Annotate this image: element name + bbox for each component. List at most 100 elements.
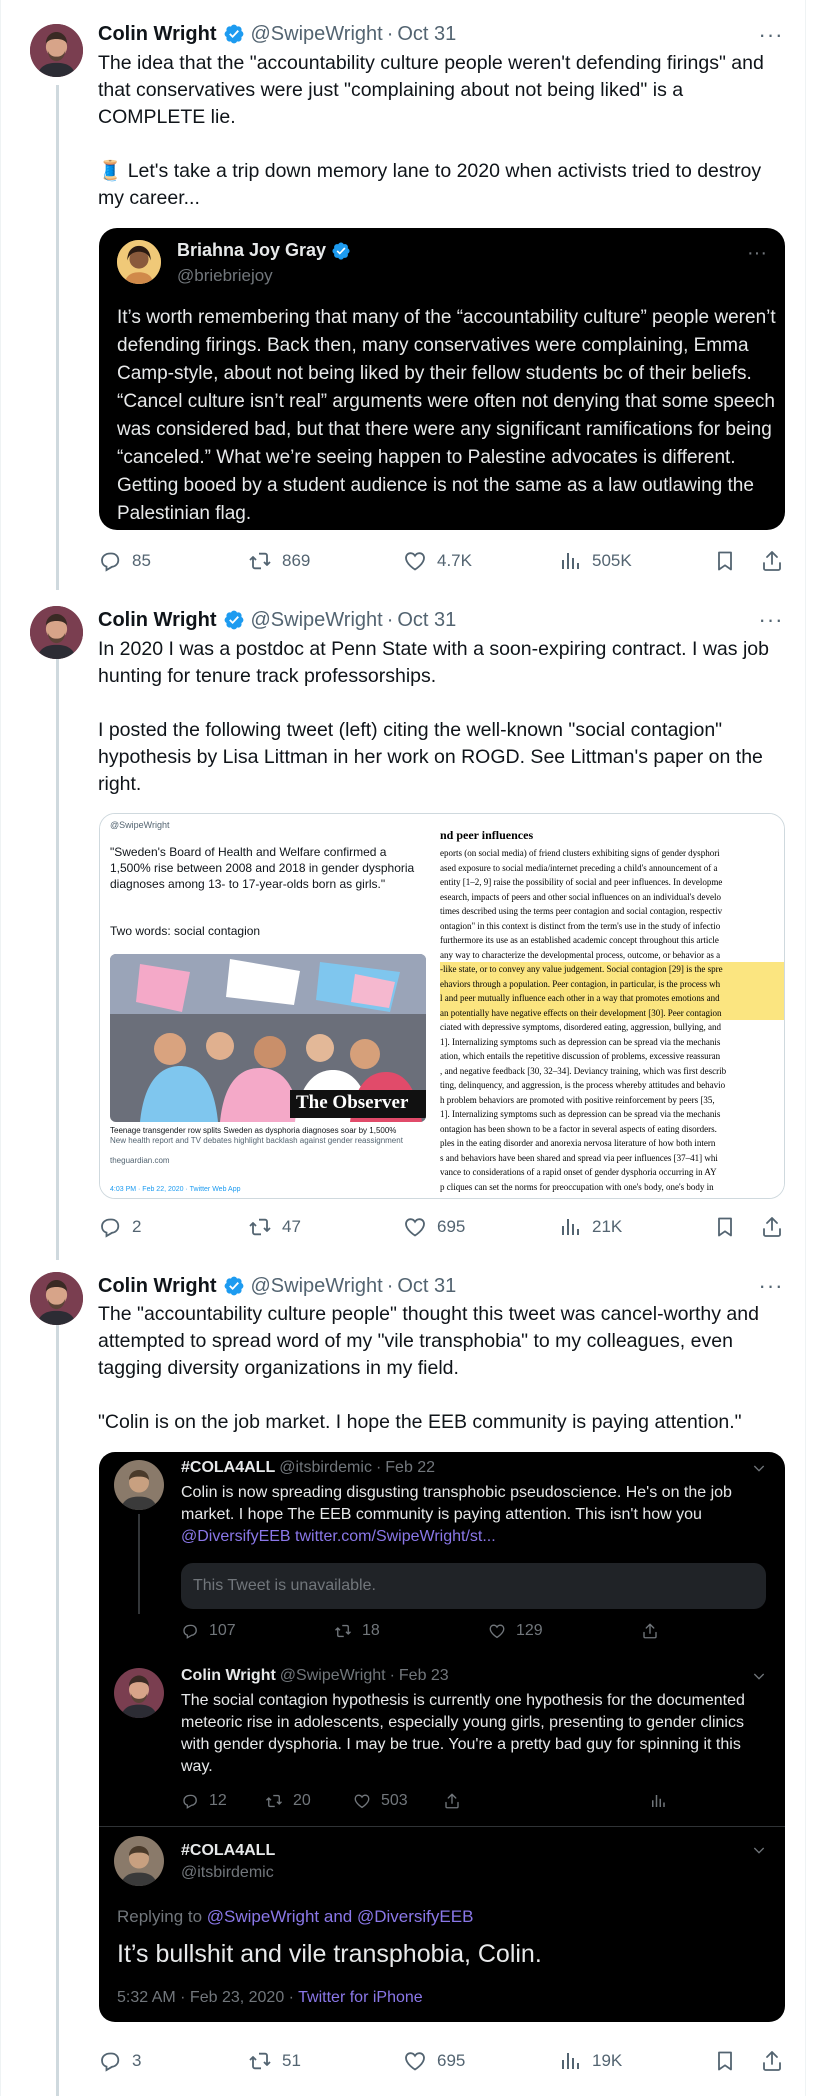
like-button[interactable]: 4.7K	[403, 546, 472, 576]
thread-line	[56, 1305, 59, 2096]
author-handle[interactable]: @SwipeWright	[251, 23, 383, 46]
embedded-text: Colin is now spreading disgusting transp…	[181, 1482, 761, 1548]
chevron-down-icon	[751, 1842, 767, 1858]
author-handle[interactable]: @SwipeWright	[251, 609, 383, 632]
paper-line: ting, delinquency, and aggression, is th…	[440, 1080, 726, 1090]
quote-author-handle: @briebriejoy	[177, 266, 273, 285]
quote-text: It’s worth remembering that many of the …	[117, 307, 776, 524]
more-icon[interactable]: ···	[756, 24, 786, 46]
author-name[interactable]: Colin Wright	[98, 609, 217, 632]
reply-icon	[98, 1215, 122, 1239]
bookmark-button[interactable]	[713, 1212, 737, 1242]
thread-line	[56, 85, 59, 590]
like-count: 503	[381, 1792, 408, 1809]
reply-count: 107	[209, 1622, 236, 1639]
views-count: 19K	[592, 2051, 623, 2070]
retweet-count: 869	[282, 551, 311, 570]
tweet-date[interactable]: Oct 31	[397, 609, 456, 632]
retweet-button[interactable]: 869	[248, 546, 310, 576]
embedded-date: Feb 23	[398, 1667, 449, 1684]
like-count: 695	[437, 2051, 466, 2070]
timestamp-text: 5:32 AM · Feb 23, 2020 ·	[117, 1989, 299, 2006]
replying-to: Replying to @SwipeWright and @DiversifyE…	[117, 1907, 473, 1927]
quote-author-name-text: Briahna Joy Gray	[177, 240, 327, 260]
avatar[interactable]	[30, 24, 83, 77]
views-button[interactable]: 505K	[558, 546, 632, 576]
reply-icon	[98, 2049, 122, 2073]
bookmark-icon	[713, 1215, 737, 1239]
retweet-button[interactable]: 47	[248, 1212, 301, 1242]
bookmark-button[interactable]	[713, 2046, 737, 2076]
like-stat: 129	[488, 1622, 543, 1640]
reply-count: 2	[132, 1217, 142, 1236]
unavailable-tweet: This Tweet is unavailable.	[181, 1563, 766, 1609]
share-button[interactable]	[760, 2046, 784, 2076]
share-icon	[641, 1622, 659, 1640]
share-stat	[443, 1792, 471, 1810]
embedded-timestamp: 5:32 AM · Feb 23, 2020 · Twitter for iPh…	[117, 1989, 423, 2007]
embedded-header: #COLA4ALL	[181, 1842, 275, 1860]
paper-line: vance to considerations of a rapid onset…	[440, 1167, 717, 1177]
reply-button[interactable]: 85	[98, 546, 151, 576]
tweet-header: Colin Wright @SwipeWright · Oct 31	[98, 606, 456, 634]
paper-line: , and negative feedback [30, 32–34]. Dev…	[440, 1065, 727, 1076]
share-icon	[760, 1215, 784, 1239]
separator: ·	[386, 1274, 394, 1297]
embedded-text-body: Colin is now spreading disgusting transp…	[181, 1484, 732, 1523]
tweet-paragraph: The "accountability culture people" thou…	[98, 1303, 759, 1379]
paper-line: an potentially have negative effects on …	[440, 1005, 784, 1020]
views-button[interactable]: 19K	[558, 2046, 622, 2076]
tweet-header: Colin Wright @SwipeWright · Oct 31	[98, 20, 456, 48]
link-source: theguardian.com	[110, 1156, 170, 1165]
author-name[interactable]: Colin Wright	[98, 1275, 217, 1298]
tweet-date[interactable]: Oct 31	[397, 1275, 456, 1298]
parade-photo: The Observer	[110, 954, 426, 1122]
separator: ·	[386, 608, 394, 631]
like-button[interactable]: 695	[403, 2046, 465, 2076]
avatar[interactable]	[30, 606, 83, 659]
separator: ·	[386, 22, 394, 45]
retweet-button[interactable]: 51	[248, 2046, 301, 2076]
thread-screenshot[interactable]: #COLA4ALL @itsbirdemic · Feb 22 Colin is…	[99, 1452, 785, 2022]
timeline-border-right	[805, 0, 806, 2096]
share-button[interactable]	[760, 1212, 784, 1242]
paper-line: 1]. Internalizing symptoms such as depre…	[440, 1109, 721, 1119]
bookmark-icon	[713, 2049, 737, 2073]
share-button[interactable]	[760, 546, 784, 576]
reply-button[interactable]: 3	[98, 2046, 141, 2076]
reply-icon	[98, 549, 122, 573]
author-handle[interactable]: @SwipeWright	[251, 1275, 383, 1298]
avatar[interactable]	[30, 1272, 83, 1325]
more-icon[interactable]: ···	[756, 609, 786, 631]
author-name[interactable]: Colin Wright	[98, 23, 217, 46]
avatar[interactable]	[117, 240, 161, 284]
like-button[interactable]: 695	[403, 1212, 465, 1242]
chevron-down-icon	[751, 1668, 767, 1684]
more-icon[interactable]: ···	[747, 242, 767, 265]
quote-author-name: Briahna Joy Gray	[177, 240, 351, 261]
views-button[interactable]: 21K	[558, 1212, 622, 1242]
retweet-icon	[248, 1215, 272, 1239]
like-count: 695	[437, 1217, 466, 1236]
paper-line: ples in the eating disorder and anorexia…	[440, 1138, 716, 1148]
paper-line: ontagion has been shown to be a factor i…	[440, 1123, 717, 1134]
paper-line: -like state, or to convey any value judg…	[440, 962, 784, 977]
paper-line: 1]. Internalizing symptoms such as depre…	[440, 1036, 721, 1047]
link-title: Teenage transgender row splits Sweden as…	[110, 1126, 397, 1135]
bookmark-icon	[713, 549, 737, 573]
more-icon[interactable]: ···	[756, 1275, 786, 1297]
tweet-paragraph: "Colin is on the job market. I hope the …	[98, 1411, 742, 1433]
verified-badge-icon	[331, 241, 351, 261]
paper-excerpt-pane: nd peer influences eports (on social med…	[436, 814, 784, 1198]
paper-line: ased exposure to social media/internet p…	[440, 862, 718, 873]
retweet-count: 20	[293, 1792, 311, 1809]
paper-line: times described using the terms peer con…	[440, 906, 723, 916]
tweet-date[interactable]: Oct 31	[397, 23, 456, 46]
reply-icon	[181, 1622, 199, 1640]
reply-button[interactable]: 2	[98, 1212, 141, 1242]
tweet-image[interactable]: @SwipeWright "Sweden's Board of Health a…	[99, 813, 785, 1199]
like-icon	[353, 1792, 371, 1810]
bookmark-button[interactable]	[713, 546, 737, 576]
quote-tweet-card[interactable]: Briahna Joy Gray @briebriejoy ··· It’s w…	[99, 228, 785, 530]
retweet-icon	[334, 1622, 352, 1640]
